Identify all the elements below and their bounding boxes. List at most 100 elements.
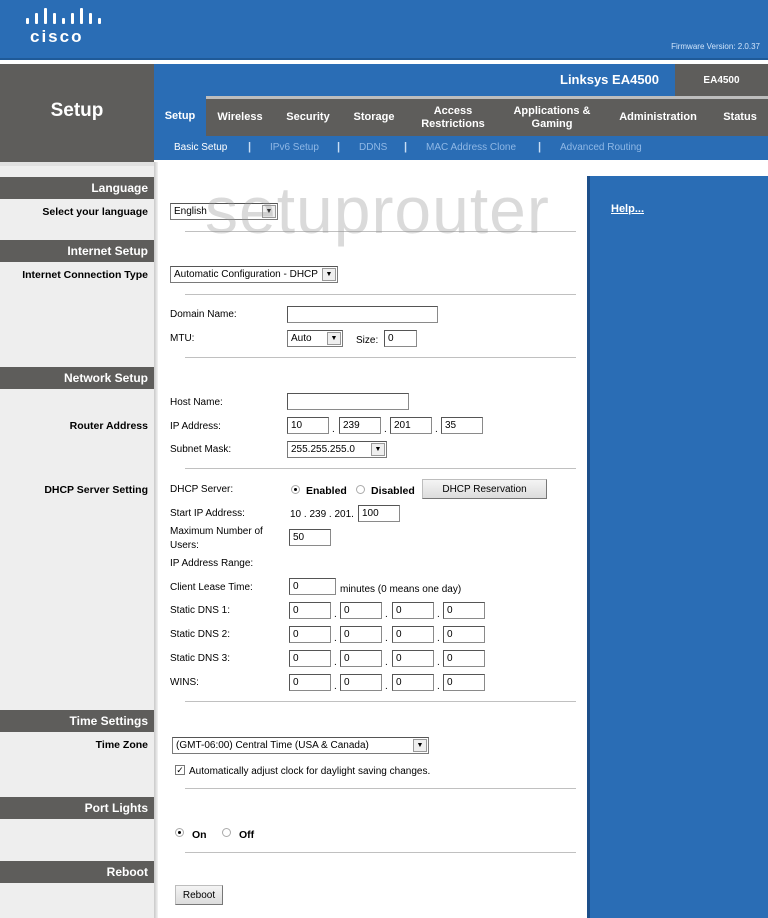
- subnav-separator: |: [248, 141, 252, 153]
- dns3-octet-4-input[interactable]: 0: [443, 650, 485, 667]
- subnav-ipv6-setup[interactable]: IPv6 Setup: [270, 142, 319, 153]
- start-ip-last-octet-input[interactable]: 100: [358, 505, 400, 522]
- ip-octet-4-input[interactable]: 35: [441, 417, 483, 434]
- connection-type-value: Automatic Configuration - DHCP: [174, 269, 318, 280]
- octet-separator: .: [437, 633, 440, 644]
- dns2-octet-2-input[interactable]: 0: [340, 626, 382, 643]
- connection-type-select[interactable]: Automatic Configuration - DHCP ▼: [170, 266, 338, 283]
- port-lights-on-radio[interactable]: [175, 828, 184, 837]
- port-lights-on-label: On: [192, 829, 207, 841]
- ip-octet-2-input[interactable]: 239: [339, 417, 381, 434]
- dns3-octet-2-input[interactable]: 0: [340, 650, 382, 667]
- label-static-dns-2: Static DNS 2:: [170, 629, 231, 640]
- port-lights-off-radio[interactable]: [222, 828, 231, 837]
- dns1-octet-2-input[interactable]: 0: [340, 602, 382, 619]
- tab-status[interactable]: Status: [716, 99, 764, 136]
- label-dhcp-server-setting: DHCP Server Setting: [44, 484, 148, 496]
- tab-wireless[interactable]: Wireless: [208, 99, 272, 136]
- octet-separator: .: [334, 633, 337, 644]
- label-dhcp-server: DHCP Server:: [170, 484, 234, 495]
- dhcp-enabled-radio[interactable]: [291, 485, 300, 494]
- client-lease-time-input[interactable]: 0: [289, 578, 336, 595]
- octet-separator: .: [385, 681, 388, 692]
- dns2-octet-3-input[interactable]: 0: [392, 626, 434, 643]
- help-panel: [587, 176, 768, 918]
- dst-label: Automatically adjust clock for daylight …: [189, 766, 431, 777]
- lease-time-hint: minutes (0 means one day): [340, 584, 462, 595]
- tab-security[interactable]: Security: [276, 99, 340, 136]
- octet-separator: .: [384, 424, 387, 435]
- wins-octet-3-input[interactable]: 0: [392, 674, 434, 691]
- divider: [185, 788, 576, 789]
- label-subnet-mask: Subnet Mask:: [170, 444, 232, 455]
- dns2-octet-1-input[interactable]: 0: [289, 626, 331, 643]
- dhcp-disabled-radio[interactable]: [356, 485, 365, 494]
- tab-setup[interactable]: Setup: [154, 96, 206, 136]
- chevron-down-icon: ▼: [413, 739, 427, 752]
- ip-octet-3-input[interactable]: 201: [390, 417, 432, 434]
- help-link[interactable]: Help...: [611, 203, 644, 215]
- dhcp-reservation-button[interactable]: DHCP Reservation: [422, 479, 547, 499]
- cisco-wordmark: cisco: [30, 27, 84, 46]
- chevron-down-icon: ▼: [327, 332, 341, 345]
- dns1-octet-1-input[interactable]: 0: [289, 602, 331, 619]
- label-time-zone: Time Zone: [95, 739, 148, 751]
- ip-octet-1-input[interactable]: 10: [287, 417, 329, 434]
- tab-applications-gaming[interactable]: Applications & Gaming: [504, 99, 600, 136]
- section-heading-reboot: Reboot: [0, 861, 154, 883]
- time-zone-value: (GMT-06:00) Central Time (USA & Canada): [176, 740, 369, 751]
- dhcp-enabled-label: Enabled: [306, 485, 347, 497]
- cisco-logo: cisco: [24, 6, 104, 50]
- octet-separator: .: [437, 609, 440, 620]
- label-domain-name: Domain Name:: [170, 309, 237, 320]
- reboot-button[interactable]: Reboot: [175, 885, 223, 905]
- mtu-size-input[interactable]: 0: [384, 330, 417, 347]
- section-heading-network-setup: Network Setup: [0, 367, 154, 389]
- section-heading-port-lights: Port Lights: [0, 797, 154, 819]
- wins-octet-4-input[interactable]: 0: [443, 674, 485, 691]
- label-ip-address-range: IP Address Range:: [170, 558, 254, 569]
- dst-checkbox[interactable]: ✓: [175, 765, 185, 775]
- section-heading-time-settings: Time Settings: [0, 710, 154, 732]
- dns3-octet-3-input[interactable]: 0: [392, 650, 434, 667]
- tab-storage[interactable]: Storage: [344, 99, 404, 136]
- label-internet-connection-type: Internet Connection Type: [22, 269, 148, 281]
- tab-administration[interactable]: Administration: [610, 99, 706, 136]
- wins-octet-2-input[interactable]: 0: [340, 674, 382, 691]
- dns1-octet-3-input[interactable]: 0: [392, 602, 434, 619]
- time-zone-select[interactable]: (GMT-06:00) Central Time (USA & Canada) …: [172, 737, 429, 754]
- language-select[interactable]: English ▼: [170, 203, 278, 220]
- label-host-name: Host Name:: [170, 397, 223, 408]
- subnav-separator: |: [404, 141, 408, 153]
- divider: [185, 701, 576, 702]
- divider: [185, 294, 576, 295]
- max-users-input[interactable]: 50: [289, 529, 331, 546]
- firmware-version: Firmware Version: 2.0.37: [671, 42, 760, 51]
- subnet-mask-select[interactable]: 255.255.255.0 ▼: [287, 441, 387, 458]
- tab-access-restrictions[interactable]: Access Restrictions: [412, 99, 494, 136]
- dns1-octet-4-input[interactable]: 0: [443, 602, 485, 619]
- label-ip-address: IP Address:: [170, 421, 221, 432]
- octet-separator: .: [437, 681, 440, 692]
- domain-name-input[interactable]: [287, 306, 438, 323]
- dns2-octet-4-input[interactable]: 0: [443, 626, 485, 643]
- dns3-octet-1-input[interactable]: 0: [289, 650, 331, 667]
- cisco-bars-icon: [26, 8, 101, 24]
- subnav-mac-address-clone[interactable]: MAC Address Clone: [426, 142, 516, 153]
- label-static-dns-3: Static DNS 3:: [170, 653, 231, 664]
- octet-separator: .: [334, 681, 337, 692]
- page-title: Setup: [50, 100, 104, 121]
- mtu-select[interactable]: Auto ▼: [287, 330, 343, 347]
- dhcp-disabled-label: Disabled: [371, 485, 415, 497]
- subnav-advanced-routing[interactable]: Advanced Routing: [560, 142, 642, 153]
- label-select-language: Select your language: [42, 206, 148, 218]
- divider: [185, 468, 576, 469]
- divider: [185, 231, 576, 232]
- port-lights-off-label: Off: [239, 829, 255, 841]
- subnav-ddns[interactable]: DDNS: [359, 142, 387, 153]
- subnav-basic-setup[interactable]: Basic Setup: [174, 142, 227, 153]
- host-name-input[interactable]: [287, 393, 409, 410]
- start-ip-prefix: 10 . 239 . 201.: [290, 509, 354, 520]
- model-short-name: EA4500: [703, 75, 740, 86]
- wins-octet-1-input[interactable]: 0: [289, 674, 331, 691]
